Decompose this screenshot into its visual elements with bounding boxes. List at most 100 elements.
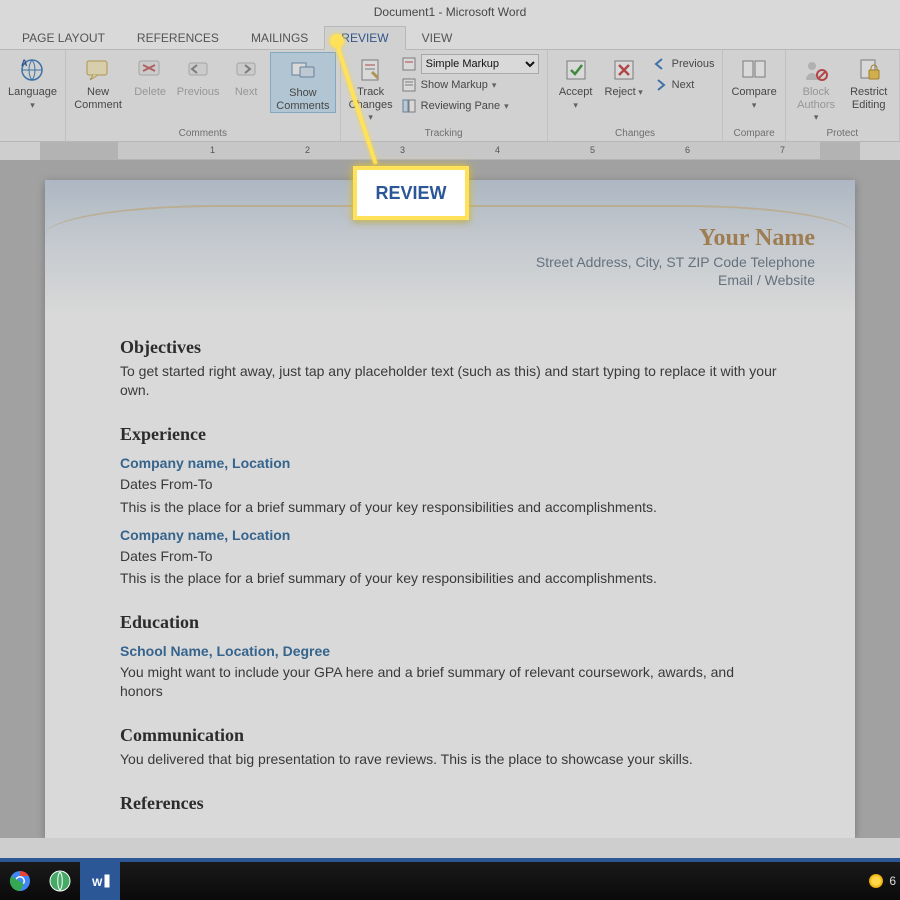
- new-comment-label: New Comment: [74, 86, 122, 111]
- previous-change-icon: [652, 56, 668, 72]
- reject-label: Reject: [605, 86, 643, 99]
- track-changes-icon: [357, 56, 385, 84]
- previous-comment-button[interactable]: Previous: [174, 52, 222, 99]
- compare-icon: [740, 56, 768, 84]
- restrict-editing-button[interactable]: Restrict Editing: [842, 52, 895, 111]
- delete-comment-button[interactable]: Delete: [126, 52, 174, 99]
- document-page[interactable]: Your Name Street Address, City, ST ZIP C…: [45, 180, 855, 838]
- ruler-tick: 4: [495, 145, 500, 155]
- accept-label: Accept: [556, 86, 596, 111]
- language-icon: A: [18, 56, 46, 84]
- ruler-tick: 7: [780, 145, 785, 155]
- ribbon: A Language New Comment Delete Previous: [0, 50, 900, 142]
- experience-2-company[interactable]: Company name, Location: [120, 527, 780, 543]
- group-comments-label: Comments: [70, 127, 336, 141]
- weather-temp: 6: [889, 874, 896, 888]
- restrict-editing-icon: [855, 56, 883, 84]
- svg-text:W: W: [92, 877, 103, 889]
- accept-button[interactable]: Accept: [552, 52, 600, 111]
- show-comments-label: Show Comments: [275, 87, 330, 112]
- show-comments-icon: [289, 57, 317, 85]
- show-comments-button[interactable]: Show Comments: [270, 52, 335, 113]
- document-canvas[interactable]: Your Name Street Address, City, ST ZIP C…: [0, 160, 900, 838]
- group-changes-label: Changes: [552, 127, 719, 141]
- language-button[interactable]: A Language: [4, 52, 61, 111]
- experience-2-dates[interactable]: Dates From-To: [120, 547, 780, 566]
- delete-comment-label: Delete: [134, 86, 166, 99]
- delete-comment-icon: [136, 56, 164, 84]
- compare-label: Compare: [731, 86, 776, 111]
- app-icon: [49, 870, 71, 892]
- restrict-editing-label: Restrict Editing: [846, 86, 891, 111]
- resume-name[interactable]: Your Name: [536, 225, 815, 252]
- taskbar-chrome[interactable]: [0, 862, 40, 900]
- markup-mode-select[interactable]: Simple Markup: [421, 54, 539, 74]
- word-icon: W: [89, 870, 111, 892]
- reviewing-pane-button[interactable]: Reviewing Pane: [397, 96, 543, 116]
- language-label: Language: [8, 86, 57, 111]
- weather-icon: [869, 874, 883, 888]
- section-objectives-text[interactable]: To get started right away, just tap any …: [120, 362, 780, 400]
- education-school[interactable]: School Name, Location, Degree: [120, 643, 780, 659]
- tab-references[interactable]: REFERENCES: [121, 27, 235, 49]
- group-protect-label: Protect: [790, 127, 895, 141]
- next-comment-label: Next: [235, 86, 258, 99]
- next-comment-icon: [232, 56, 260, 84]
- ruler-tick: 2: [305, 145, 310, 155]
- ruler-tick: 3: [400, 145, 405, 155]
- experience-1-desc[interactable]: This is the place for a brief summary of…: [120, 498, 780, 517]
- reject-button[interactable]: Reject: [600, 52, 648, 99]
- section-communication-heading[interactable]: Communication: [120, 725, 780, 746]
- show-markup-label: Show Markup: [421, 79, 488, 91]
- taskbar-word[interactable]: W: [80, 862, 120, 900]
- chrome-icon: [9, 870, 31, 892]
- tab-page-layout[interactable]: PAGE LAYOUT: [6, 27, 121, 49]
- next-change-button[interactable]: Next: [648, 75, 719, 95]
- ribbon-tabs: PAGE LAYOUT REFERENCES MAILINGS REVIEW V…: [0, 24, 900, 50]
- ruler-left-margin: [40, 142, 118, 159]
- experience-1-company[interactable]: Company name, Location: [120, 455, 780, 471]
- reviewing-pane-icon: [401, 98, 417, 114]
- review-callout: REVIEW: [353, 166, 469, 220]
- experience-2-desc[interactable]: This is the place for a brief summary of…: [120, 569, 780, 588]
- markup-mode-select-row[interactable]: Simple Markup: [397, 54, 543, 74]
- reject-icon: [610, 56, 638, 84]
- block-authors-label: Block Authors: [794, 86, 839, 124]
- section-experience-heading[interactable]: Experience: [120, 424, 780, 445]
- compare-button[interactable]: Compare: [727, 52, 780, 111]
- tab-view[interactable]: VIEW: [406, 27, 469, 49]
- new-comment-button[interactable]: New Comment: [70, 52, 126, 111]
- ruler-tick: 1: [210, 145, 215, 155]
- next-comment-button[interactable]: Next: [222, 52, 270, 99]
- next-change-icon: [652, 77, 668, 93]
- experience-1-dates[interactable]: Dates From-To: [120, 475, 780, 494]
- window-title: Document1 - Microsoft Word: [0, 0, 900, 24]
- resume-address[interactable]: Street Address, City, ST ZIP Code Teleph…: [536, 254, 815, 270]
- previous-comment-label: Previous: [177, 86, 220, 99]
- group-tracking-label: Tracking: [345, 127, 543, 141]
- accept-icon: [562, 56, 590, 84]
- education-desc[interactable]: You might want to include your GPA here …: [120, 663, 780, 701]
- previous-change-button[interactable]: Previous: [648, 54, 719, 74]
- section-references-heading[interactable]: References: [120, 793, 780, 814]
- group-language-label: [4, 127, 61, 141]
- new-comment-icon: [84, 56, 112, 84]
- ruler-tick: 6: [685, 145, 690, 155]
- show-markup-button[interactable]: Show Markup: [397, 75, 543, 95]
- section-education-heading[interactable]: Education: [120, 612, 780, 633]
- next-change-label: Next: [672, 79, 695, 91]
- section-communication-text[interactable]: You delivered that big presentation to r…: [120, 750, 780, 769]
- ruler-right-margin: [820, 142, 860, 159]
- resume-email[interactable]: Email / Website: [536, 272, 815, 288]
- group-compare-label: Compare: [727, 127, 780, 141]
- ruler-tick: 5: [590, 145, 595, 155]
- svg-text:A: A: [21, 58, 28, 68]
- tab-mailings[interactable]: MAILINGS: [235, 27, 324, 49]
- taskbar[interactable]: W 6: [0, 858, 900, 900]
- section-objectives-heading[interactable]: Objectives: [120, 337, 780, 358]
- taskbar-app[interactable]: [40, 862, 80, 900]
- horizontal-ruler[interactable]: 1 2 3 4 5 6 7: [40, 142, 860, 160]
- show-markup-icon: [401, 77, 417, 93]
- block-authors-button[interactable]: Block Authors: [790, 52, 843, 124]
- previous-comment-icon: [184, 56, 212, 84]
